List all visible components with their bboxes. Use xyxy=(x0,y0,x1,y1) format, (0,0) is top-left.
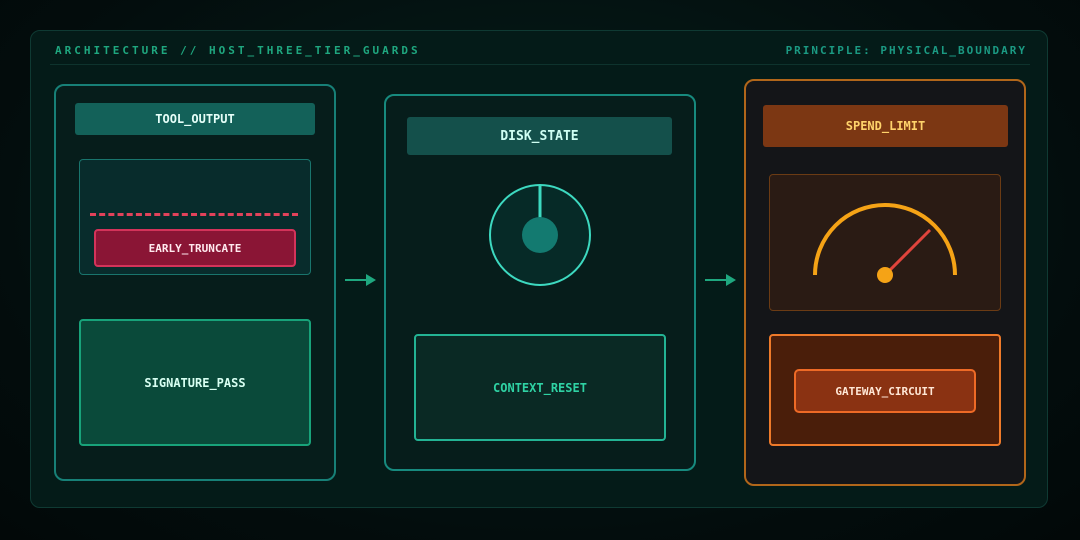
disk-icon xyxy=(489,184,591,286)
speed-gauge-icon xyxy=(813,203,957,283)
arrow-right-icon xyxy=(345,274,376,286)
arrow-right-icon xyxy=(705,274,736,286)
diagram-graphics xyxy=(345,184,957,286)
